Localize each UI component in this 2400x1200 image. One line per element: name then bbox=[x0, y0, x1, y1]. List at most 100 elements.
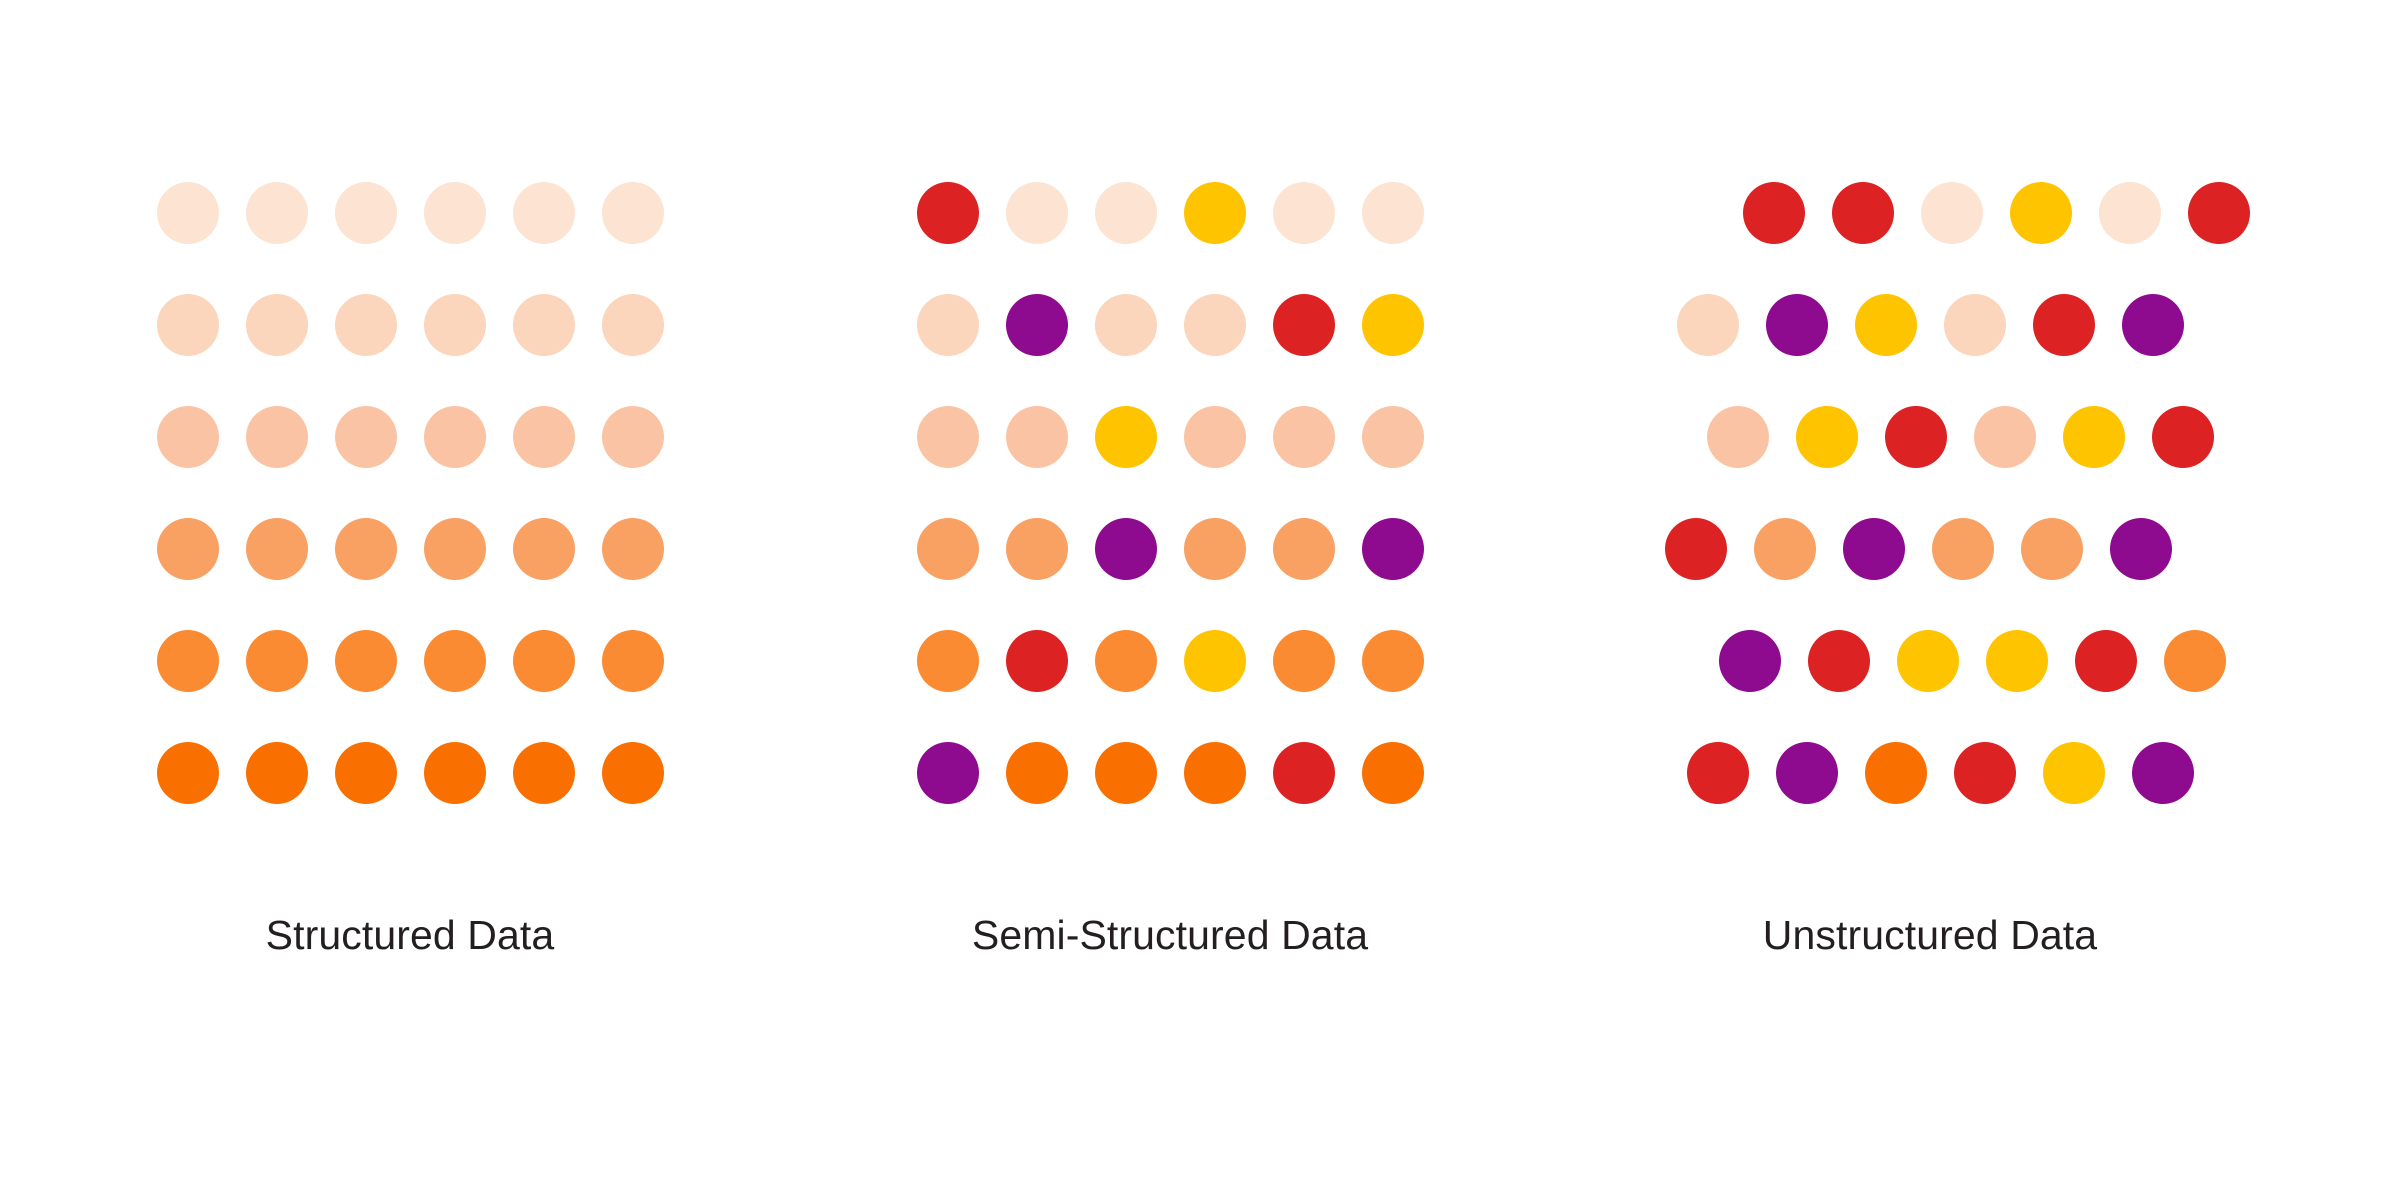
dot-grid-semi-structured bbox=[820, 0, 1520, 1200]
data-dot bbox=[602, 294, 664, 356]
data-dot bbox=[157, 630, 219, 692]
data-dot bbox=[1776, 742, 1838, 804]
data-dot bbox=[1743, 182, 1805, 244]
data-dot bbox=[602, 182, 664, 244]
data-dot bbox=[1865, 742, 1927, 804]
data-dot bbox=[157, 182, 219, 244]
data-dot bbox=[513, 518, 575, 580]
data-dot bbox=[1362, 294, 1424, 356]
data-dot bbox=[1754, 518, 1816, 580]
data-dot bbox=[1974, 406, 2036, 468]
panel-caption-unstructured: Unstructured Data bbox=[1762, 912, 2098, 958]
data-dot bbox=[917, 518, 979, 580]
data-dot bbox=[1184, 294, 1246, 356]
data-dot bbox=[246, 406, 308, 468]
data-dot bbox=[1362, 406, 1424, 468]
data-dot bbox=[2110, 518, 2172, 580]
data-dot bbox=[2075, 630, 2137, 692]
data-dot bbox=[246, 294, 308, 356]
data-dot bbox=[1184, 742, 1246, 804]
data-dot bbox=[1184, 182, 1246, 244]
data-dot bbox=[513, 294, 575, 356]
data-dot bbox=[1273, 294, 1335, 356]
data-dot bbox=[335, 518, 397, 580]
data-dot bbox=[246, 182, 308, 244]
data-dot bbox=[1273, 742, 1335, 804]
data-dot bbox=[602, 742, 664, 804]
data-dot bbox=[424, 518, 486, 580]
panel-semi-structured: Semi-Structured Data bbox=[820, 0, 1520, 1200]
data-dot bbox=[1885, 406, 1947, 468]
dot-grid-structured bbox=[60, 0, 760, 1200]
data-dot bbox=[1273, 406, 1335, 468]
data-dot bbox=[1921, 182, 1983, 244]
data-dot bbox=[335, 294, 397, 356]
data-dot bbox=[157, 406, 219, 468]
data-dot bbox=[602, 630, 664, 692]
data-dot bbox=[602, 406, 664, 468]
data-dot bbox=[1362, 518, 1424, 580]
data-dot bbox=[1006, 294, 1068, 356]
data-dot bbox=[1184, 630, 1246, 692]
data-dot bbox=[2132, 742, 2194, 804]
data-dot bbox=[424, 182, 486, 244]
data-dot bbox=[1954, 742, 2016, 804]
data-dot bbox=[1273, 182, 1335, 244]
data-dot bbox=[424, 630, 486, 692]
data-dot bbox=[246, 518, 308, 580]
data-dot bbox=[157, 294, 219, 356]
data-dot bbox=[335, 742, 397, 804]
data-dot bbox=[2033, 294, 2095, 356]
data-dot bbox=[2063, 406, 2125, 468]
data-dot bbox=[2043, 742, 2105, 804]
data-dot bbox=[424, 742, 486, 804]
data-dot bbox=[917, 294, 979, 356]
data-dot bbox=[2152, 406, 2214, 468]
data-dot bbox=[157, 742, 219, 804]
data-dot bbox=[1897, 630, 1959, 692]
data-dot bbox=[1184, 518, 1246, 580]
data-dot bbox=[1273, 630, 1335, 692]
data-dot bbox=[513, 182, 575, 244]
data-dot bbox=[602, 518, 664, 580]
data-dot bbox=[1766, 294, 1828, 356]
data-dot bbox=[1273, 518, 1335, 580]
data-dot bbox=[1006, 630, 1068, 692]
data-dot bbox=[1796, 406, 1858, 468]
data-dot bbox=[1006, 518, 1068, 580]
data-dot bbox=[1095, 406, 1157, 468]
data-dot bbox=[2122, 294, 2184, 356]
data-dot bbox=[424, 406, 486, 468]
data-dot bbox=[513, 630, 575, 692]
data-dot bbox=[1006, 742, 1068, 804]
data-dot bbox=[1677, 294, 1739, 356]
data-dot bbox=[335, 630, 397, 692]
panel-structured: Structured Data bbox=[60, 0, 760, 1200]
data-dot bbox=[157, 518, 219, 580]
panel-caption-semi-structured: Semi-Structured Data bbox=[971, 912, 1369, 958]
data-dot bbox=[1832, 182, 1894, 244]
panel-caption-structured: Structured Data bbox=[265, 912, 555, 958]
data-dot bbox=[1707, 406, 1769, 468]
data-dot bbox=[335, 406, 397, 468]
data-dot bbox=[2188, 182, 2250, 244]
data-dot bbox=[1006, 406, 1068, 468]
data-dot bbox=[1095, 630, 1157, 692]
data-dot bbox=[917, 742, 979, 804]
data-dot bbox=[917, 630, 979, 692]
data-dot bbox=[1687, 742, 1749, 804]
data-dot bbox=[1808, 630, 1870, 692]
data-dot bbox=[1843, 518, 1905, 580]
data-dot bbox=[1362, 630, 1424, 692]
data-dot bbox=[246, 630, 308, 692]
data-dot bbox=[2010, 182, 2072, 244]
data-dot bbox=[335, 182, 397, 244]
data-dot bbox=[1095, 518, 1157, 580]
data-dot bbox=[1362, 182, 1424, 244]
data-dot bbox=[1855, 294, 1917, 356]
data-dot bbox=[917, 406, 979, 468]
data-structure-comparison-figure: Structured Data Semi-Structured Data Unstr… bbox=[0, 0, 2400, 1200]
data-dot bbox=[1932, 518, 1994, 580]
data-dot bbox=[1665, 518, 1727, 580]
data-dot bbox=[1006, 182, 1068, 244]
